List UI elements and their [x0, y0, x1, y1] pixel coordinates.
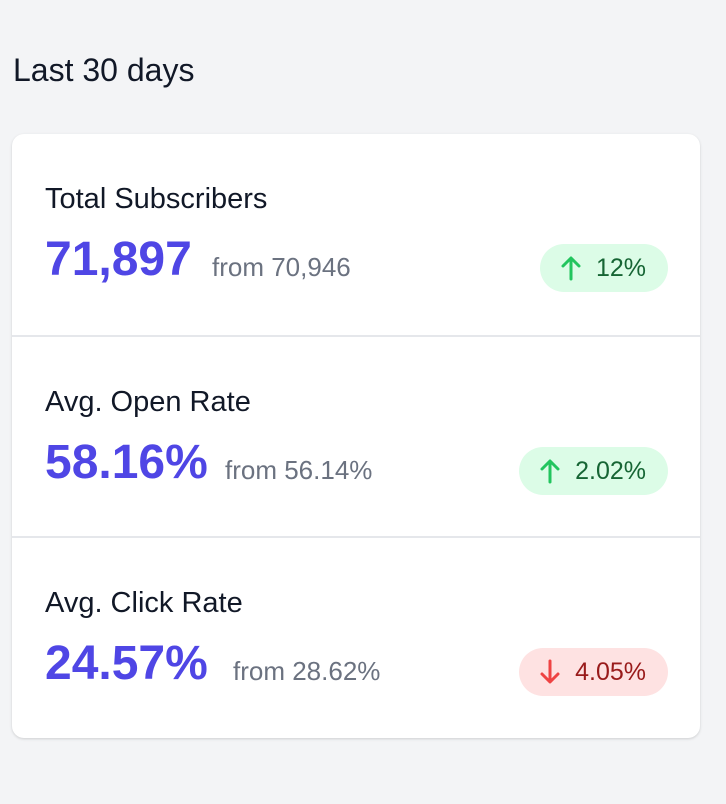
stat-row: 24.57% from 28.62% 4.05% [45, 634, 668, 698]
stat-row: 58.16% from 56.14% 2.02% [45, 433, 668, 497]
arrow-up-icon [560, 255, 582, 281]
stat-avg-open-rate: Avg. Open Rate 58.16% from 56.14% 2.02% [12, 335, 700, 536]
section-title: Last 30 days [13, 52, 195, 88]
stat-previous-value: from 28.62% [233, 656, 381, 686]
arrow-up-icon [539, 458, 561, 484]
change-value: 2.02% [575, 457, 646, 485]
stat-value: 71,897 [45, 233, 192, 286]
change-badge: 2.02% [519, 447, 668, 495]
change-badge: 12% [539, 244, 668, 292]
stat-previous-value: from 70,946 [212, 252, 351, 282]
stat-value: 58.16% [45, 436, 208, 489]
stat-total-subscribers: Total Subscribers 71,897 from 70,946 12% [12, 134, 700, 335]
stat-label: Total Subscribers [45, 183, 268, 215]
change-value: 12% [595, 254, 646, 282]
change-value: 4.05% [575, 658, 646, 686]
stat-value: 24.57% [45, 637, 208, 690]
stats-card: Total Subscribers 71,897 from 70,946 12%… [12, 134, 700, 738]
arrow-down-icon [539, 659, 561, 685]
stat-avg-click-rate: Avg. Click Rate 24.57% from 28.62% 4.05% [12, 536, 700, 737]
stat-row: 71,897 from 70,946 12% [45, 230, 668, 294]
stat-previous-value: from 56.14% [225, 455, 373, 485]
stat-label: Avg. Open Rate [45, 386, 251, 418]
change-badge: 4.05% [519, 648, 668, 696]
stat-label: Avg. Click Rate [45, 587, 243, 619]
